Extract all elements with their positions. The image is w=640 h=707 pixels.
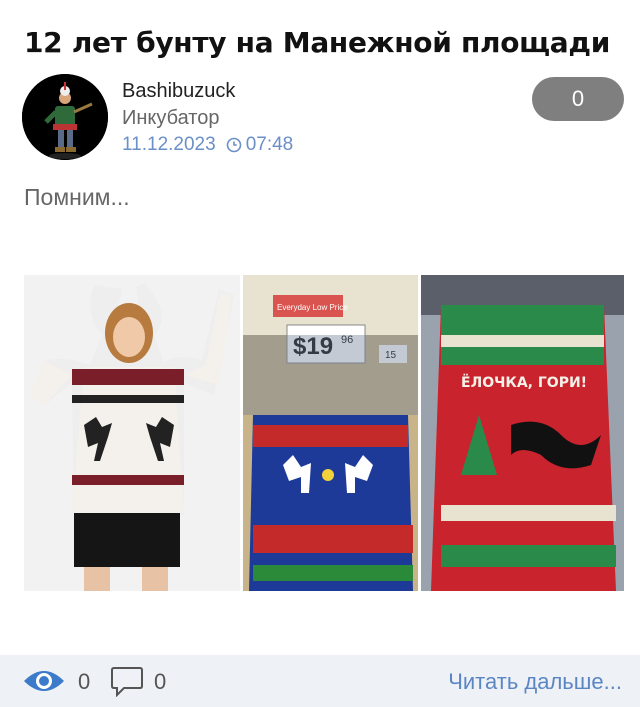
eye-icon [24, 671, 64, 691]
avatar-image [22, 74, 108, 160]
author-name[interactable]: Bashibuzuck [122, 80, 235, 103]
rating-badge[interactable]: 0 [532, 77, 624, 121]
price-banner: Everyday Low Price [277, 303, 348, 312]
post-title[interactable]: 12 лет бунту на Манежной площади [24, 26, 624, 59]
views-count: 0 [78, 669, 91, 694]
avatar[interactable] [22, 74, 108, 160]
post-image[interactable]: Everyday Low Price $19 96 15 ЁЛОЧКА, ГОР… [24, 275, 624, 591]
post-text: Помним... [24, 184, 130, 210]
photo-store-sweaters: Everyday Low Price $19 96 15 [243, 275, 418, 591]
photo-dragon-sweater: ЁЛОЧКА, ГОРИ! [421, 275, 624, 591]
clock-icon [226, 137, 241, 153]
post-meta: 11.12.2023 07:48 [122, 134, 293, 156]
post-card: 12 лет бунту на Манежной площади Bashibu… [0, 0, 640, 707]
post-date: 11.12.2023 [122, 134, 216, 155]
read-more-link[interactable]: Читать дальше... [448, 669, 622, 695]
post-time: 07:48 [245, 134, 294, 155]
comments-count[interactable]: 0 [154, 669, 166, 695]
sweater-text: ЁЛОЧКА, ГОРИ! [461, 374, 587, 391]
photo-woman-sweater [24, 275, 240, 591]
speech-bubble-icon[interactable] [110, 665, 144, 697]
post-category[interactable]: Инкубатор [122, 107, 219, 130]
